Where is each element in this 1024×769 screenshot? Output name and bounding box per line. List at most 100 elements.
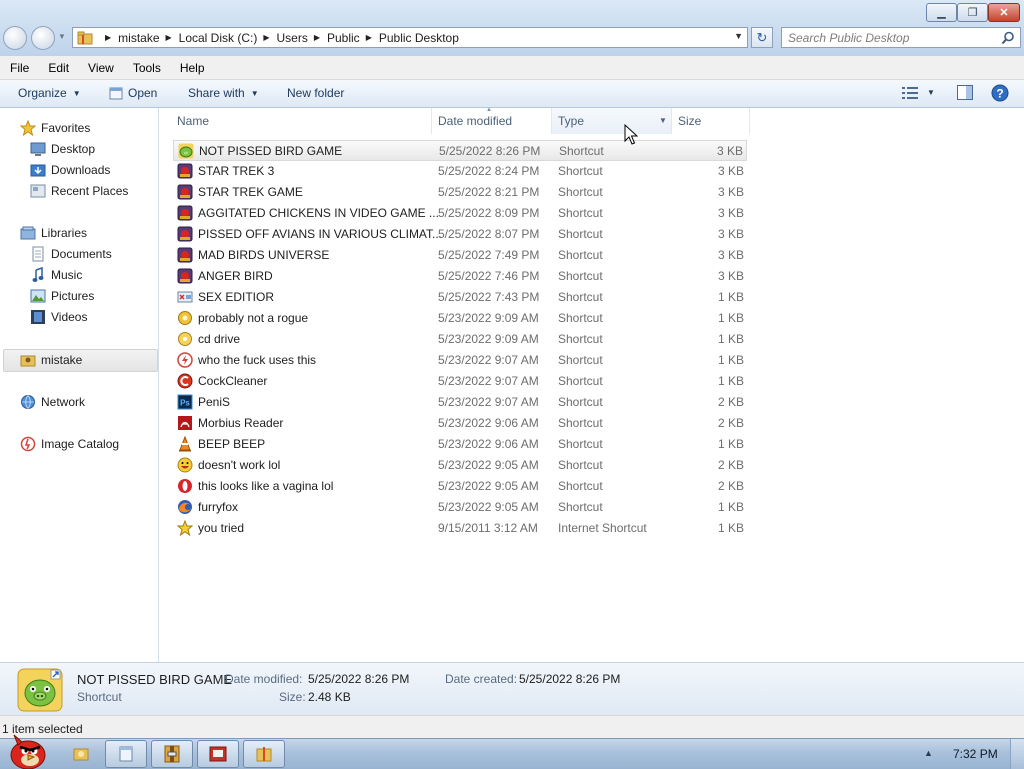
file-row[interactable]: BEEP BEEP 5/23/2022 9:06 AM Shortcut 1 KB <box>173 434 747 455</box>
file-name[interactable]: PISSED OFF AVIANS IN VARIOUS CLIMAT... <box>198 227 442 241</box>
breadcrumb-arrow-icon[interactable]: ▶ <box>366 33 372 42</box>
new-folder-button[interactable]: New folder <box>287 86 344 100</box>
file-row[interactable]: CockCleaner 5/23/2022 9:07 AM Shortcut 1 KB <box>173 371 747 392</box>
nav-recent-places[interactable]: Recent Places <box>30 181 128 201</box>
file-name[interactable]: NOT PISSED BIRD GAME <box>199 144 342 158</box>
column-divider[interactable] <box>749 108 750 134</box>
taskbar-button-app[interactable] <box>197 740 239 768</box>
tray-overflow-chevron-icon[interactable]: ▲ <box>924 748 933 758</box>
file-name[interactable]: MAD BIRDS UNIVERSE <box>198 248 329 262</box>
file-name[interactable]: AGGITATED CHICKENS IN VIDEO GAME ... <box>198 206 439 220</box>
open-button[interactable]: Open <box>109 86 157 100</box>
breadcrumb-arrow-icon[interactable]: ▶ <box>105 33 111 42</box>
column-header-name[interactable]: Name <box>177 114 209 128</box>
recent-pages-chevron-icon[interactable]: ▼ <box>58 32 66 41</box>
column-header-type[interactable]: Type <box>558 114 584 128</box>
type-filter-chevron-icon[interactable]: ▼ <box>659 116 667 125</box>
breadcrumb-arrow-icon[interactable]: ▶ <box>166 33 172 42</box>
forward-button[interactable] <box>31 26 55 50</box>
file-name[interactable]: who the fuck uses this <box>198 353 316 367</box>
back-button[interactable] <box>3 26 27 50</box>
file-name[interactable]: probably not a rogue <box>198 311 308 325</box>
show-desktop-button[interactable] <box>1010 739 1024 769</box>
file-row[interactable]: Morbius Reader 5/23/2022 9:06 AM Shortcut 2… <box>173 413 747 434</box>
breadcrumb-users[interactable]: Users <box>277 31 308 45</box>
file-row[interactable]: MAD BIRDS UNIVERSE 5/25/2022 7:49 PM Short… <box>173 245 747 266</box>
breadcrumb-public[interactable]: Public <box>327 31 360 45</box>
share-with-button[interactable]: Share with ▼ <box>188 86 259 100</box>
breadcrumb[interactable]: Public Desktop <box>379 31 459 45</box>
menu-tools[interactable]: Tools <box>123 61 170 75</box>
column-divider[interactable] <box>671 108 672 134</box>
search-icon[interactable] <box>1001 31 1015 45</box>
nav-image-catalog[interactable]: Image Catalog <box>20 434 119 454</box>
file-name[interactable]: Morbius Reader <box>198 416 283 430</box>
nav-pictures[interactable]: Pictures <box>30 286 94 306</box>
nav-downloads[interactable]: Downloads <box>30 160 110 180</box>
search-box[interactable] <box>781 27 1021 48</box>
file-row[interactable]: STAR TREK GAME 5/25/2022 8:21 PM Shortcut 3… <box>173 182 747 203</box>
address-dropdown-icon[interactable]: ▼ <box>734 31 743 41</box>
breadcrumb-arrow-icon[interactable]: ▶ <box>314 33 320 42</box>
taskbar-button-explorer[interactable] <box>243 740 285 768</box>
minimize-button[interactable]: ▁ <box>926 3 957 22</box>
file-name[interactable]: STAR TREK GAME <box>198 185 303 199</box>
menu-file[interactable]: File <box>0 61 38 75</box>
breadcrumb[interactable]: Local Disk (C:) ▶ <box>179 31 277 45</box>
file-name[interactable]: CockCleaner <box>198 374 267 388</box>
file-row[interactable]: furryfox 5/23/2022 9:05 AM Shortcut 1 KB <box>173 497 747 518</box>
breadcrumb[interactable]: Users ▶ <box>277 31 328 45</box>
file-row[interactable]: ANGER BIRD 5/25/2022 7:46 PM Shortcut 3 KB <box>173 266 747 287</box>
file-name[interactable]: PeniS <box>198 395 230 409</box>
maximize-button[interactable]: ❐ <box>957 3 988 22</box>
column-header-size[interactable]: Size <box>678 114 701 128</box>
menu-edit[interactable]: Edit <box>38 61 78 75</box>
nav-favorites[interactable]: Favorites <box>20 118 90 138</box>
breadcrumb[interactable]: Public ▶ <box>327 31 379 45</box>
view-options-icon[interactable] <box>902 87 918 99</box>
file-row[interactable]: PISSED OFF AVIANS IN VARIOUS CLIMAT... 5/… <box>173 224 747 245</box>
file-name[interactable]: this looks like a vagina lol <box>198 479 333 493</box>
file-row[interactable]: SEX EDITIOR 5/25/2022 7:43 PM Shortcut 1 KB <box>173 287 747 308</box>
nav-user[interactable]: mistake <box>20 350 82 370</box>
file-row[interactable]: doesn't work lol 5/23/2022 9:05 AM Shortcu… <box>173 455 747 476</box>
help-icon[interactable]: ? <box>991 84 1009 102</box>
nav-network[interactable]: Network <box>20 392 85 412</box>
file-name[interactable]: cd drive <box>198 332 240 346</box>
file-row[interactable]: you tried 9/15/2011 3:12 AM Internet Short… <box>173 518 747 539</box>
file-name[interactable]: you tried <box>198 521 244 535</box>
file-name[interactable]: doesn't work lol <box>198 458 280 472</box>
taskbar-button-archive[interactable] <box>151 740 193 768</box>
taskbar-clock[interactable]: 7:32 PM <box>953 747 998 761</box>
breadcrumb[interactable]: mistake ▶ <box>118 31 179 45</box>
file-name[interactable]: SEX EDITIOR <box>198 290 274 304</box>
column-divider[interactable] <box>431 108 432 134</box>
file-name[interactable]: furryfox <box>198 500 238 514</box>
file-row[interactable]: who the fuck uses this 5/23/2022 9:07 AM S… <box>173 350 747 371</box>
organize-button[interactable]: Organize ▼ <box>18 86 81 100</box>
file-name[interactable]: BEEP BEEP <box>198 437 265 451</box>
file-row[interactable]: AGGITATED CHICKENS IN VIDEO GAME ... 5/25… <box>173 203 747 224</box>
taskbar-pinned-icon[interactable] <box>72 745 90 763</box>
nav-libraries[interactable]: Libraries <box>20 223 87 243</box>
file-row[interactable]: Ps PeniS 5/23/2022 9:07 AM Shortcut 2 KB <box>173 392 747 413</box>
preview-pane-icon[interactable] <box>957 85 973 100</box>
close-button[interactable]: ✕ <box>988 3 1020 22</box>
column-divider[interactable] <box>551 108 552 134</box>
breadcrumb-local-disk[interactable]: Local Disk (C:) <box>179 31 258 45</box>
view-chevron-down-icon[interactable]: ▼ <box>927 88 935 97</box>
nav-desktop[interactable]: Desktop <box>30 139 95 159</box>
menu-view[interactable]: View <box>78 61 123 75</box>
taskbar-button-notepad[interactable] <box>105 740 147 768</box>
file-name[interactable]: STAR TREK 3 <box>198 164 274 178</box>
breadcrumb-public-desktop[interactable]: Public Desktop <box>379 31 459 45</box>
address-bar[interactable]: ▶ mistake ▶ Local Disk (C:) ▶ Users ▶ Publi… <box>72 27 748 48</box>
column-header-date-modified[interactable]: Date modified <box>438 114 512 128</box>
search-input[interactable] <box>788 30 993 45</box>
breadcrumb-arrow-icon[interactable]: ▶ <box>263 33 269 42</box>
file-name[interactable]: ANGER BIRD <box>198 269 273 283</box>
refresh-icon[interactable]: ↻ <box>751 27 773 48</box>
start-button-red-bird-icon[interactable] <box>4 731 52 769</box>
breadcrumb-mistake[interactable]: mistake <box>118 31 159 45</box>
file-row[interactable]: STAR TREK 3 5/25/2022 8:24 PM Shortcut 3 KB <box>173 161 747 182</box>
